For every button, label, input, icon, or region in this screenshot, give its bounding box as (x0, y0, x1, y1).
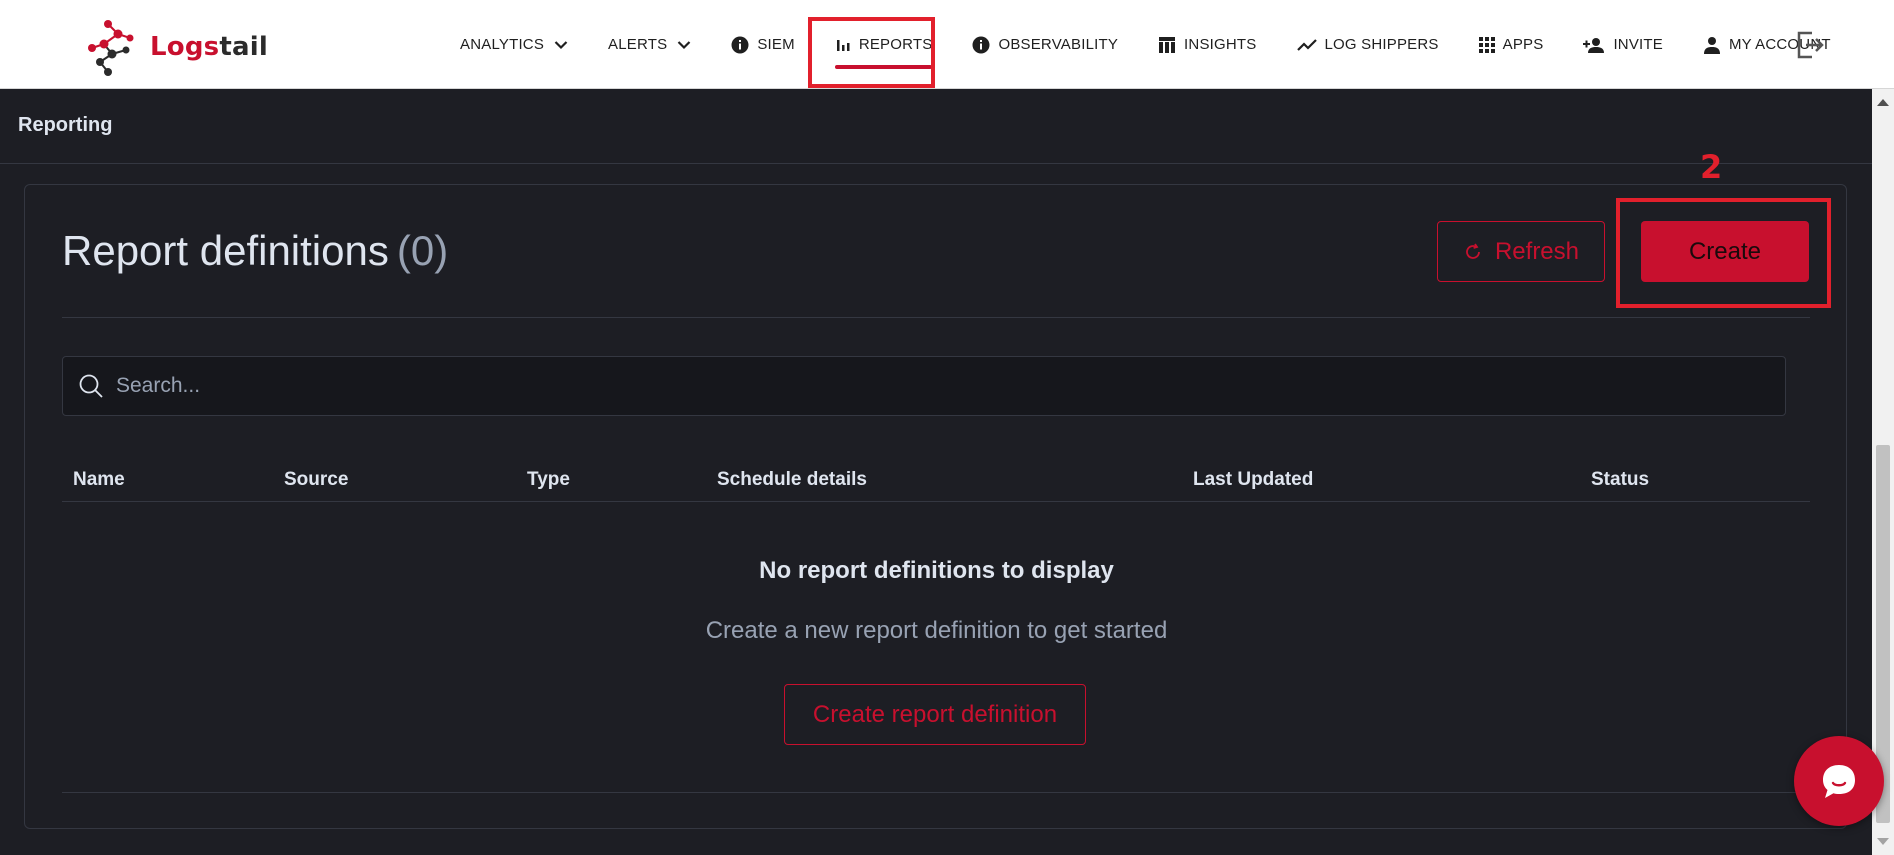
table-icon (1159, 36, 1176, 53)
main-menu: ANALYTICS ALERTS SIEM REPORTS OBSERVABIL… (440, 0, 1851, 89)
logout-icon[interactable] (1794, 29, 1826, 61)
nav-observability[interactable]: OBSERVABILITY (952, 0, 1138, 89)
empty-state-subtitle: Create a new report definition to get st… (705, 617, 1168, 644)
search-box[interactable] (62, 356, 1786, 416)
nav-analytics-label: ANALYTICS (460, 36, 545, 53)
user-icon (1703, 36, 1720, 54)
annotation-number-2: 2 (1700, 148, 1723, 186)
top-navigation-bar: Logstail ANALYTICS ALERTS SIEM REPORTS O… (0, 0, 1894, 89)
column-header-last-updated[interactable]: Last Updated (1193, 469, 1313, 491)
trend-icon (1296, 38, 1317, 51)
nav-alerts[interactable]: ALERTS (588, 0, 711, 89)
grid-icon (1478, 36, 1495, 53)
panel-title: Report definitions (0) (62, 227, 448, 275)
chevron-down-icon (554, 40, 568, 49)
scroll-up-arrow-icon[interactable] (1877, 99, 1889, 106)
annotation-box-reports (808, 17, 935, 88)
logstail-logo[interactable]: Logstail (86, 18, 268, 76)
column-header-source[interactable]: Source (284, 469, 348, 491)
nav-siem-label: SIEM (757, 36, 795, 53)
column-header-schedule-details[interactable]: Schedule details (717, 469, 867, 491)
chat-bubble-icon (1823, 765, 1855, 798)
nav-log-shippers-label: LOG SHIPPERS (1324, 36, 1439, 53)
info-icon (972, 36, 990, 53)
nav-analytics[interactable]: ANALYTICS (440, 0, 588, 89)
table-header: Name Source Type Schedule details Last U… (62, 462, 1810, 502)
page-header: Reporting (0, 89, 1872, 164)
nav-apps[interactable]: APPS (1459, 0, 1564, 89)
column-header-type[interactable]: Type (527, 469, 570, 491)
scroll-down-arrow-icon[interactable] (1877, 838, 1889, 845)
report-definitions-panel: Report definitions(0) Refresh Create Nam… (24, 184, 1847, 829)
search-input[interactable] (116, 374, 1716, 398)
search-icon (79, 374, 103, 398)
table-bottom-divider (62, 792, 1810, 793)
logo-text-part2: tail (219, 32, 268, 62)
column-header-name[interactable]: Name (73, 469, 125, 491)
chevron-down-icon (678, 40, 691, 49)
page-title: Reporting (18, 114, 113, 136)
nav-log-shippers[interactable]: LOG SHIPPERS (1277, 0, 1459, 89)
page-scrollbar[interactable] (1872, 89, 1894, 855)
definitions-count: (0) (396, 227, 449, 274)
nav-insights[interactable]: INSIGHTS (1138, 0, 1276, 89)
nav-siem[interactable]: SIEM (711, 0, 814, 89)
logo-mark-icon (88, 20, 134, 76)
chat-launcher-button[interactable] (1794, 736, 1884, 826)
logo-text: Logstail (150, 32, 268, 62)
nav-observability-label: OBSERVABILITY (998, 36, 1119, 53)
column-header-status[interactable]: Status (1591, 469, 1649, 491)
panel-title-text: Report definitions (62, 227, 389, 274)
empty-state-title: No report definitions to display (759, 557, 1114, 584)
create-report-definition-button[interactable]: Create report definition (784, 684, 1086, 745)
annotation-box-create (1616, 198, 1831, 308)
logo-text-part1: Logs (150, 32, 220, 62)
add-user-icon (1583, 37, 1605, 53)
refresh-button-label: Refresh (1494, 237, 1580, 265)
header-divider (62, 317, 1810, 318)
nav-apps-label: APPS (1502, 36, 1544, 53)
refresh-button[interactable]: Refresh (1437, 221, 1605, 282)
nav-invite-label: INVITE (1613, 36, 1663, 53)
info-icon (731, 36, 749, 53)
nav-alerts-label: ALERTS (608, 36, 668, 53)
nav-insights-label: INSIGHTS (1184, 36, 1257, 53)
refresh-icon (1466, 243, 1480, 259)
nav-invite[interactable]: INVITE (1563, 0, 1683, 89)
